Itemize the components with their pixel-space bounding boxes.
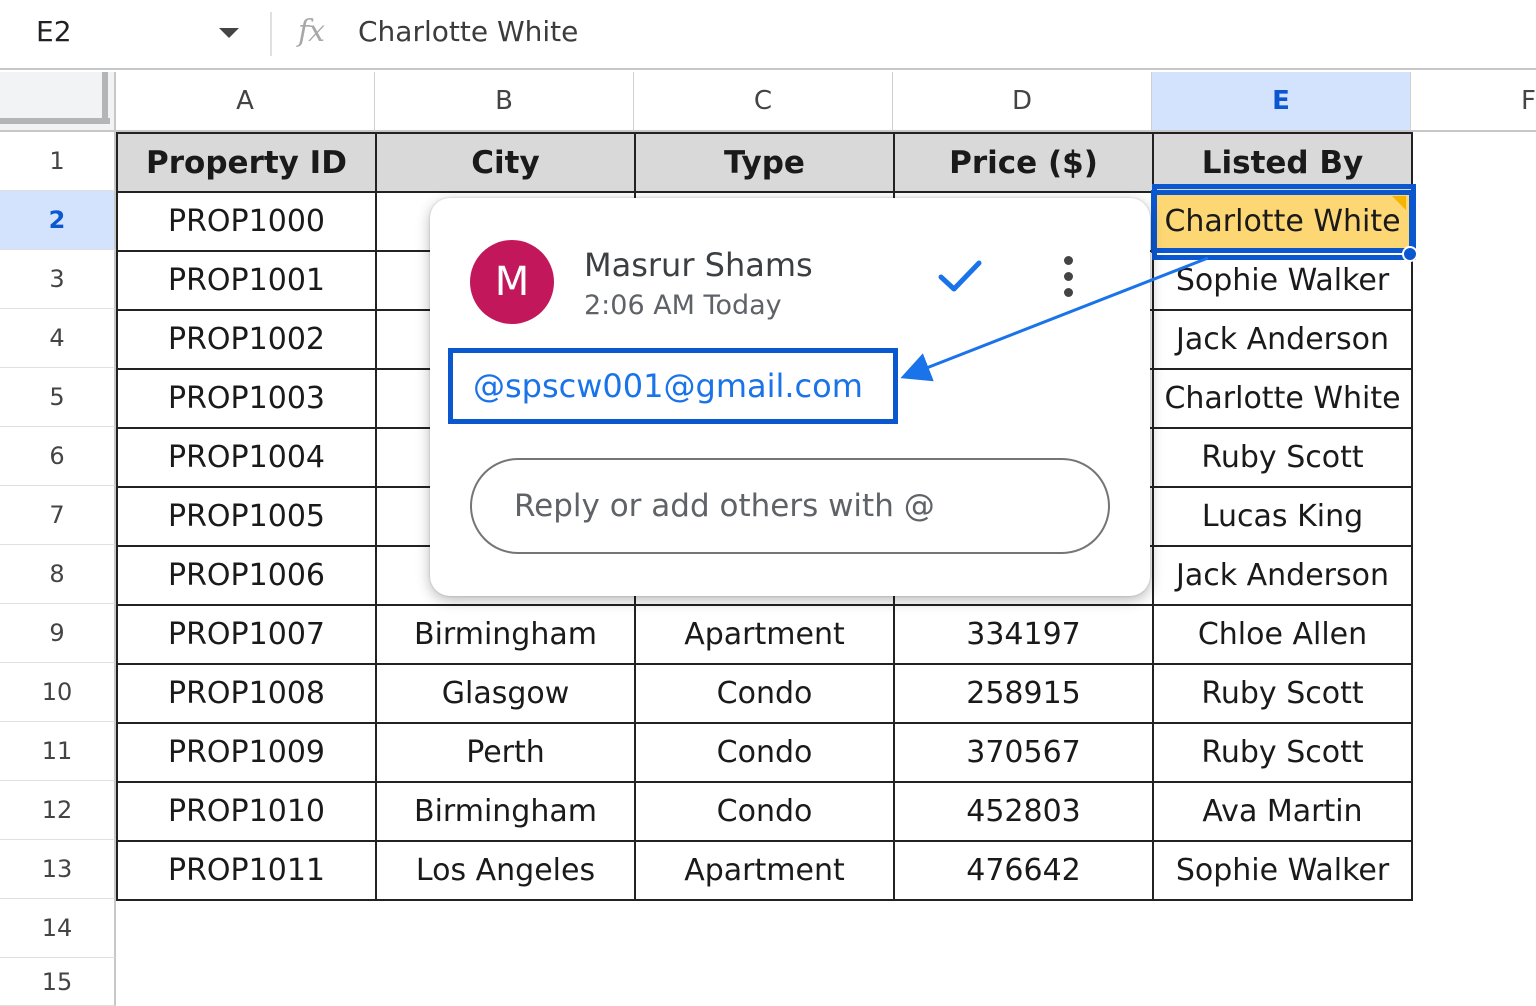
column-header-f[interactable]: F (1411, 72, 1536, 132)
formula-input[interactable]: Charlotte White (358, 15, 578, 48)
table-cell[interactable]: Ruby Scott (1152, 722, 1413, 783)
table-cell[interactable]: 370567 (893, 722, 1154, 783)
comment-card: M Masrur Shams 2:06 AM Today @spscw001@g… (430, 198, 1150, 596)
table-cell[interactable]: PROP1004 (116, 427, 377, 488)
table-row: PROP1010 Birmingham Condo 452803 Ava Martin (116, 781, 1413, 842)
mention-highlight-box: @spscw001@gmail.com (448, 348, 898, 424)
table-header-cell[interactable]: City (375, 132, 636, 193)
select-all-corner[interactable] (0, 72, 116, 132)
row-header-1[interactable]: 1 (0, 132, 116, 191)
row-header-13[interactable]: 13 (0, 840, 116, 899)
more-vert-icon[interactable] (1060, 256, 1076, 302)
row-header-9[interactable]: 9 (0, 604, 116, 663)
row-header-11[interactable]: 11 (0, 722, 116, 781)
table-row: PROP1007 Birmingham Apartment 334197 Chloe A… (116, 604, 1413, 665)
table-cell[interactable]: PROP1011 (116, 840, 377, 901)
avatar: M (470, 240, 554, 324)
reply-input[interactable]: Reply or add others with @ (470, 458, 1110, 554)
table-cell[interactable]: Los Angeles (375, 840, 636, 901)
table-cell[interactable]: Sophie Walker (1152, 840, 1413, 901)
table-cell[interactable]: Condo (634, 663, 895, 724)
column-header-a[interactable]: A (116, 72, 375, 132)
fx-icon: fx (298, 14, 325, 49)
table-header-cell[interactable]: Price ($) (893, 132, 1154, 193)
table-cell[interactable]: Perth (375, 722, 636, 783)
table-cell[interactable]: PROP1003 (116, 368, 377, 429)
table-cell[interactable]: Ava Martin (1152, 781, 1413, 842)
row-header-7[interactable]: 7 (0, 486, 116, 545)
checkmark-icon[interactable] (935, 256, 985, 296)
table-cell[interactable]: PROP1005 (116, 486, 377, 547)
row-header-8[interactable]: 8 (0, 545, 116, 604)
table-cell[interactable]: Apartment (634, 604, 895, 665)
table-header-cell[interactable]: Type (634, 132, 895, 193)
table-header-row: Property ID City Type Price ($) Listed By (116, 132, 1413, 193)
table-cell[interactable]: Lucas King (1152, 486, 1413, 547)
fill-handle[interactable] (1402, 246, 1418, 262)
table-cell[interactable]: Apartment (634, 840, 895, 901)
comment-indicator-icon (1392, 196, 1406, 210)
table-cell[interactable]: Condo (634, 722, 895, 783)
table-cell[interactable]: Ruby Scott (1152, 663, 1413, 724)
table-cell[interactable]: PROP1008 (116, 663, 377, 724)
comment-timestamp: 2:06 AM Today (584, 290, 782, 321)
table-row: PROP1011 Los Angeles Apartment 476642 Sophie… (116, 840, 1413, 901)
row-header-3[interactable]: 3 (0, 250, 116, 309)
table-cell[interactable]: Jack Anderson (1152, 309, 1413, 370)
column-header-d[interactable]: D (893, 72, 1152, 132)
table-cell[interactable]: PROP1002 (116, 309, 377, 370)
table-cell[interactable]: 258915 (893, 663, 1154, 724)
comment-author: Masrur Shams (584, 246, 813, 284)
table-cell[interactable]: Glasgow (375, 663, 636, 724)
table-header-cell[interactable]: Listed By (1152, 132, 1413, 193)
column-header-b[interactable]: B (375, 72, 634, 132)
name-box-dropdown-icon[interactable] (219, 28, 239, 38)
row-header-6[interactable]: 6 (0, 427, 116, 486)
table-cell[interactable]: PROP1001 (116, 250, 377, 311)
row-header-4[interactable]: 4 (0, 309, 116, 368)
table-cell[interactable]: PROP1006 (116, 545, 377, 606)
formula-bar: E2 fx Charlotte White (0, 0, 1536, 70)
mention-link[interactable]: @spscw001@gmail.com (473, 367, 863, 405)
row-header-5[interactable]: 5 (0, 368, 116, 427)
table-cell[interactable]: 334197 (893, 604, 1154, 665)
table-cell[interactable]: Charlotte White (1152, 368, 1413, 429)
table-cell[interactable]: Condo (634, 781, 895, 842)
table-cell[interactable]: PROP1007 (116, 604, 377, 665)
row-header-10[interactable]: 10 (0, 663, 116, 722)
table-row: PROP1008 Glasgow Condo 258915 Ruby Scott (116, 663, 1413, 724)
row-header-2[interactable]: 2 (0, 191, 116, 250)
row-header-14[interactable]: 14 (0, 899, 116, 958)
column-header-c[interactable]: C (634, 72, 893, 132)
table-cell[interactable]: Jack Anderson (1152, 545, 1413, 606)
table-cell[interactable]: Sophie Walker (1152, 250, 1413, 311)
table-cell[interactable]: Birmingham (375, 604, 636, 665)
table-cell[interactable]: Chloe Allen (1152, 604, 1413, 665)
row-header-12[interactable]: 12 (0, 781, 116, 840)
table-cell[interactable]: 452803 (893, 781, 1154, 842)
table-row: PROP1009 Perth Condo 370567 Ruby Scott (116, 722, 1413, 783)
table-cell[interactable]: Ruby Scott (1152, 427, 1413, 488)
table-cell[interactable]: Birmingham (375, 781, 636, 842)
table-header-cell[interactable]: Property ID (116, 132, 377, 193)
name-box[interactable]: E2 (36, 15, 72, 48)
row-header-15[interactable]: 15 (0, 958, 116, 1006)
formula-bar-divider (270, 12, 272, 56)
table-cell[interactable]: 476642 (893, 840, 1154, 901)
table-cell[interactable]: PROP1010 (116, 781, 377, 842)
table-cell[interactable]: Charlotte White (1151, 190, 1414, 253)
table-cell[interactable]: PROP1000 (116, 191, 377, 252)
column-header-e[interactable]: E (1152, 72, 1411, 132)
table-cell[interactable]: PROP1009 (116, 722, 377, 783)
